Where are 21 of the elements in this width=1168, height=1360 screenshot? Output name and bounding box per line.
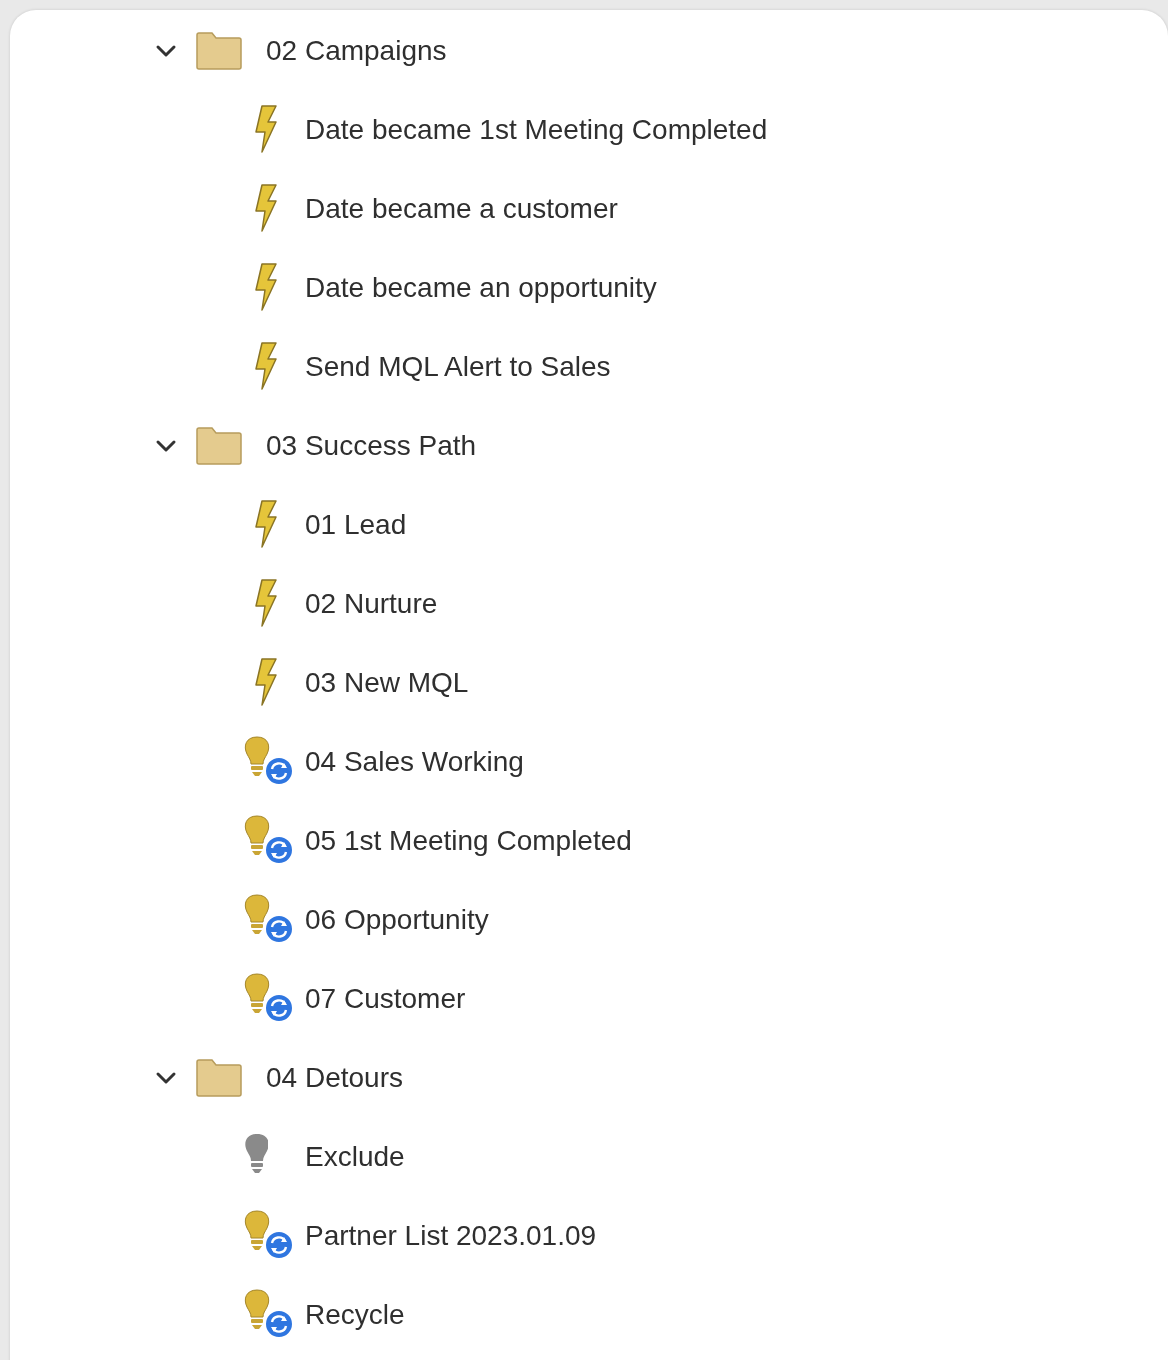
tree-item-label[interactable]: 07 Customer (305, 982, 466, 1015)
tree-item-label[interactable]: Date became 1st Meeting Completed (305, 113, 768, 146)
lightbulb-icon (243, 1132, 268, 1174)
tree-item-label[interactable]: 04 Sales Working (305, 745, 524, 778)
folder-icon (195, 1057, 243, 1098)
folder-icon (195, 30, 243, 71)
folder-label[interactable]: 04 Detours (266, 1061, 403, 1094)
tree-item-label[interactable]: Date became a customer (305, 192, 618, 225)
tree-item-label[interactable]: Partner List 2023.01.09 (305, 1219, 597, 1252)
tree-item-label[interactable]: 06 Opportunity (305, 903, 489, 936)
tree-item-label[interactable]: Exclude (305, 1140, 405, 1173)
tree-item-label[interactable]: Recycle (305, 1298, 405, 1331)
tree-item-label[interactable]: 01 Lead (305, 508, 407, 541)
folder-icon (195, 425, 243, 466)
folder-label[interactable]: 03 Success Path (266, 429, 477, 462)
tree-item-label[interactable]: Send MQL Alert to Sales (305, 350, 611, 383)
tree-item-label[interactable]: 05 1st Meeting Completed (305, 824, 632, 857)
tree-item-label[interactable]: 02 Nurture (305, 587, 438, 620)
tree-item-label[interactable]: Date became an opportunity (305, 271, 657, 304)
tree-item-label[interactable]: 03 New MQL (305, 666, 469, 699)
folder-label[interactable]: 02 Campaigns (266, 34, 447, 67)
